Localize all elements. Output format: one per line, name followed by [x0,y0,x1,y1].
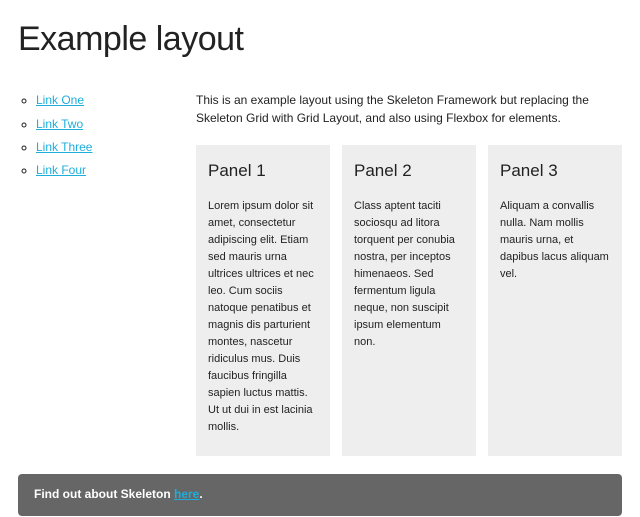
layout-container: Link One Link Two Link Three Link Four T… [18,92,622,456]
list-item: Link One [36,92,168,109]
page-title: Example layout [18,15,622,64]
panel-2: Panel 2 Class aptent taciti sociosqu ad … [342,145,476,456]
footer-suffix: . [199,487,202,501]
panel-body: Aliquam a convallis nulla. Nam mollis ma… [500,198,610,283]
sidebar-link-two[interactable]: Link Two [36,117,83,131]
intro-text: This is an example layout using the Skel… [196,92,622,127]
footer-link[interactable]: here [174,487,199,501]
panel-heading: Panel 1 [208,159,318,184]
sidebar-link-three[interactable]: Link Three [36,140,92,154]
panels-row: Panel 1 Lorem ipsum dolor sit amet, cons… [196,145,622,456]
panel-3: Panel 3 Aliquam a convallis nulla. Nam m… [488,145,622,456]
footer-callout: Find out about Skeleton here. [18,474,622,515]
panel-body: Class aptent taciti sociosqu ad litora t… [354,198,464,351]
list-item: Link Four [36,162,168,179]
footer-prefix: Find out about Skeleton [34,487,174,501]
main-content: This is an example layout using the Skel… [196,92,622,456]
panel-1: Panel 1 Lorem ipsum dolor sit amet, cons… [196,145,330,456]
sidebar-nav: Link One Link Two Link Three Link Four [18,92,168,186]
sidebar-list: Link One Link Two Link Three Link Four [18,92,168,180]
panel-body: Lorem ipsum dolor sit amet, consectetur … [208,198,318,437]
sidebar-link-four[interactable]: Link Four [36,163,86,177]
panel-heading: Panel 2 [354,159,464,184]
list-item: Link Two [36,116,168,133]
list-item: Link Three [36,139,168,156]
sidebar-link-one[interactable]: Link One [36,93,84,107]
panel-heading: Panel 3 [500,159,610,184]
